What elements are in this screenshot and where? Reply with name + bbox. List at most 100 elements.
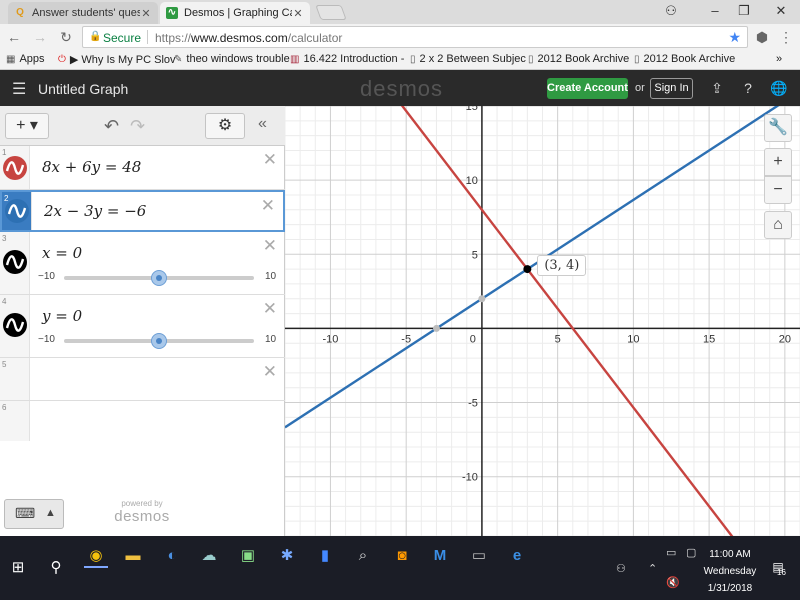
browser-tab-answer[interactable]: Q Answer students' questio ✕: [8, 2, 158, 24]
malwarebytes-icon[interactable]: M: [428, 544, 452, 568]
extension-shield-icon[interactable]: ⬢: [754, 29, 770, 45]
quizlet-favicon-icon: Q: [16, 7, 24, 18]
intersection-point: [523, 265, 532, 274]
bookmark-windows-trouble[interactable]: ✎ theo windows trouble: [174, 53, 290, 65]
people-icon[interactable]: ⚇: [616, 562, 626, 575]
tab-close-icon[interactable]: ✕: [140, 7, 152, 20]
home-icon[interactable]: ⌂: [764, 211, 792, 239]
reload-icon[interactable]: ↻: [58, 29, 74, 45]
expression-latex[interactable]: x = 0: [42, 244, 82, 262]
language-globe-icon[interactable]: 🌐: [770, 79, 788, 97]
empty-expression-row[interactable]: 6: [0, 401, 285, 441]
document-app-icon[interactable]: ▮: [313, 544, 337, 568]
add-item-button[interactable]: + ▾: [5, 113, 49, 139]
back-arrow-icon[interactable]: ←: [6, 29, 22, 45]
y-tick-label: 10: [466, 175, 478, 187]
browser-app-icon[interactable]: ◐: [160, 544, 184, 568]
browser-tab-desmos[interactable]: ∿ Desmos | Graphing Calcu ✕: [160, 2, 310, 24]
profile-icon[interactable]: ⚇: [660, 2, 682, 20]
system-clock[interactable]: 11:00 AM Wednesday 1/31/2018: [700, 546, 760, 597]
expression-row-slider[interactable]: 4 y = 0 ✕ −10 10: [0, 295, 285, 358]
secure-label: Secure: [103, 31, 142, 45]
share-icon[interactable]: ⇪: [708, 79, 726, 97]
photo-app-icon[interactable]: ▣: [236, 544, 260, 568]
bookmark-2x2[interactable]: ▯ 2 x 2 Between Subjec: [410, 53, 526, 65]
expression-latex[interactable]: 2x − 3y = −6: [44, 202, 146, 220]
expression-row[interactable]: 1 8x + 6y = 48 ✕: [0, 146, 285, 190]
delete-expression-icon[interactable]: ✕: [261, 196, 275, 216]
graph-color-toggle-icon[interactable]: [3, 156, 27, 180]
slider-knob[interactable]: [151, 270, 167, 286]
delete-expression-icon[interactable]: ✕: [263, 150, 277, 170]
keypad-toggle-button[interactable]: ⌨ ▲: [4, 499, 64, 529]
powered-by-desmos[interactable]: powered by desmos: [108, 499, 176, 525]
expression-row-slider[interactable]: 3 x = 0 ✕ −10 10: [0, 232, 285, 295]
delete-expression-icon[interactable]: ✕: [263, 236, 277, 256]
edge-icon[interactable]: e: [505, 544, 529, 568]
create-account-button[interactable]: Create Account: [547, 78, 628, 99]
restore-icon[interactable]: ❐: [733, 2, 755, 20]
x-tick-label: -5: [401, 333, 411, 345]
network-app-icon[interactable]: ☁: [197, 544, 221, 568]
media-app-icon[interactable]: ◙: [390, 544, 414, 568]
point-coordinate-label[interactable]: (3, 4): [537, 255, 587, 277]
graph-color-toggle-icon[interactable]: [3, 250, 27, 274]
file-explorer-icon[interactable]: ▬: [121, 544, 145, 568]
bookmark-16422[interactable]: ▥ 16.422 Introduction -: [290, 53, 404, 65]
minimize-icon[interactable]: –: [704, 2, 726, 20]
expression-toolbar: + ▾ ↶ ↷ ⚙ «: [0, 106, 285, 146]
empty-expression-row[interactable]: 5 ✕: [0, 358, 285, 401]
bluetooth-app-icon[interactable]: ✱: [275, 544, 299, 568]
windows-start-icon[interactable]: ⊞: [6, 556, 30, 580]
collapse-list-icon[interactable]: «: [258, 115, 267, 133]
delete-expression-icon[interactable]: ✕: [263, 299, 277, 319]
tab-close-icon[interactable]: ✕: [292, 7, 304, 20]
expression-row-selected[interactable]: 2 2x − 3y = −6 ✕: [0, 190, 285, 232]
address-bar[interactable]: 🔒 Secure https://www.desmos.com/calculat…: [82, 26, 748, 48]
battery-icon[interactable]: ▭: [666, 546, 676, 559]
slider-max-label[interactable]: 10: [265, 334, 276, 345]
y-tick-label: 15: [466, 106, 478, 113]
slider-knob[interactable]: [151, 333, 167, 349]
chrome-menu-icon[interactable]: ⋮: [778, 29, 794, 45]
expression-latex[interactable]: 8x + 6y = 48: [42, 158, 141, 176]
graph-paper[interactable]: -10 -5 0 5 10 15 20 15 10 5 -5 -10 🔧 + − ⌂ (3, 4): [285, 106, 800, 536]
forward-arrow-icon[interactable]: →: [32, 29, 48, 45]
graph-color-toggle-icon[interactable]: [3, 313, 27, 337]
bookmark-book-archive-2[interactable]: ▯ 2012 Book Archive: [634, 53, 735, 65]
delete-expression-icon[interactable]: ✕: [263, 362, 277, 382]
graph-color-toggle-icon[interactable]: [5, 199, 29, 223]
graph-title[interactable]: Untitled Graph: [38, 81, 128, 97]
help-icon[interactable]: ?: [739, 79, 757, 97]
search-icon[interactable]: ⚲: [44, 556, 68, 580]
expression-latex[interactable]: y = 0: [42, 307, 82, 325]
tray-overflow-icon[interactable]: ⌃: [648, 562, 657, 575]
zoom-out-icon[interactable]: −: [764, 176, 792, 204]
bookmark-apps[interactable]: ▦ Apps: [6, 53, 45, 65]
zoom-in-icon[interactable]: +: [764, 148, 792, 176]
window-close-icon[interactable]: ✕: [770, 2, 792, 20]
slider-max-label[interactable]: 10: [265, 271, 276, 282]
action-center-icon[interactable]: ▤ 16: [768, 560, 788, 580]
slider-min-label[interactable]: −10: [38, 271, 55, 282]
volume-muted-icon[interactable]: 🔇: [666, 576, 680, 589]
display-icon[interactable]: ▢: [686, 546, 696, 559]
x-tick-label: 5: [555, 333, 561, 345]
bookmark-star-icon[interactable]: ★: [728, 29, 741, 46]
undo-icon[interactable]: ↶: [104, 116, 119, 137]
new-tab-button[interactable]: [315, 5, 347, 20]
redo-icon[interactable]: ↷: [130, 116, 145, 137]
bookmark-pc-slow[interactable]: ⏻ ▶ Why Is My PC Slov: [58, 53, 176, 67]
bookmarks-overflow[interactable]: »: [776, 53, 782, 65]
wrench-settings-icon[interactable]: 🔧: [764, 114, 792, 142]
bookmark-book-archive-1[interactable]: ▯ 2012 Book Archive: [528, 53, 629, 65]
bookmarks-bar: ▦ Apps ⏻ ▶ Why Is My PC Slov ✎ theo windows …: [0, 50, 800, 70]
chrome-icon[interactable]: ◉: [84, 544, 108, 568]
magnifier-app-icon[interactable]: ⌕: [351, 544, 375, 568]
hamburger-menu-icon[interactable]: ☰: [12, 79, 26, 99]
settings-gear-button[interactable]: ⚙: [205, 113, 245, 139]
sign-in-button[interactable]: Sign In: [650, 78, 693, 99]
slider-min-label[interactable]: −10: [38, 334, 55, 345]
command-prompt-icon[interactable]: ▭: [467, 544, 491, 568]
graph-canvas[interactable]: -10 -5 0 5 10 15 20 15 10 5 -5 -10: [285, 106, 800, 536]
